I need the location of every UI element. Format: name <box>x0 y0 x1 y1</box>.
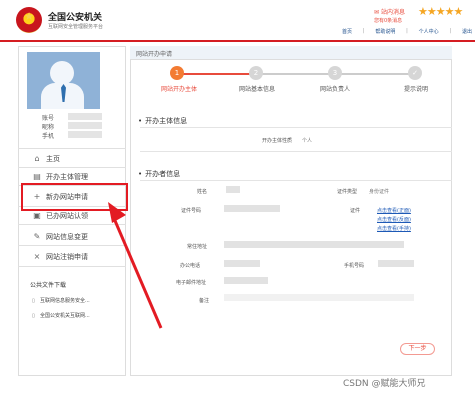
step-1-circle: 1 <box>170 66 184 80</box>
field-mobile-value <box>378 260 414 267</box>
field-office-phone-value <box>224 260 260 267</box>
document-icon: ▤ <box>33 172 41 181</box>
step-3-circle: 3 <box>328 66 342 80</box>
star-icon: ★ <box>24 10 34 23</box>
field-mobile-label: 手机号码 <box>344 263 365 269</box>
field-id-number-value <box>224 205 280 212</box>
nav-home[interactable]: 首页 <box>342 28 352 35</box>
avatar <box>27 52 100 109</box>
watermark: CSDN @赋能大师兄 <box>343 379 426 389</box>
content-header: 网站开办申请 <box>130 46 452 60</box>
nav-user-center[interactable]: 个人中心 <box>419 28 439 35</box>
annotation-arrow-icon <box>108 202 163 329</box>
field-subject-type-label: 开办主体性质 <box>262 138 293 144</box>
field-office-phone-label: 办公电话 <box>180 263 201 269</box>
step-2-circle: 2 <box>249 66 263 80</box>
field-email-label: 电子邮件地址 <box>176 280 207 286</box>
next-button[interactable]: 下一步 <box>400 343 435 355</box>
step-2-label: 网站基本信息 <box>239 86 276 93</box>
menu-home[interactable]: ⌂ 主页 <box>32 152 60 165</box>
section-subject: 开办主体信息 <box>138 116 187 126</box>
field-id-scan-label: 证件 <box>350 208 361 214</box>
profile-account-label: 账号 <box>42 115 55 122</box>
field-name-label: 姓名 <box>197 189 208 195</box>
nav-logout[interactable]: 退出 <box>462 28 472 35</box>
site-subtitle: 互联网安全管理服务平台 <box>48 24 104 30</box>
view-id-handheld-link[interactable]: 点击查看(手持) <box>377 225 411 232</box>
field-id-number-label: 证件号码 <box>181 208 202 214</box>
profile-nickname-label: 昵称 <box>42 124 55 131</box>
header-divider <box>0 40 475 42</box>
field-remark-label: 备注 <box>199 298 210 304</box>
section-owner: 开办者信息 <box>138 169 180 179</box>
close-icon: × <box>33 252 41 261</box>
section-rule <box>140 151 452 152</box>
download-item[interactable]: ▯ 互联网信息服务安全... <box>32 297 90 304</box>
field-address-value <box>224 241 404 248</box>
download-item[interactable]: ▯ 全国公安机关互联网... <box>32 312 90 319</box>
top-navigation: 首页 | 帮助说明 | 个人中心 | 退出 <box>342 28 472 35</box>
menu-subject-management[interactable]: ▤ 开办主体管理 <box>32 170 88 183</box>
nav-help[interactable]: 帮助说明 <box>375 28 395 35</box>
home-icon: ⌂ <box>34 154 40 163</box>
site-title: 全国公安机关 <box>48 13 103 23</box>
document-icon: ▯ <box>32 298 35 304</box>
field-address-label: 常住地址 <box>187 244 208 250</box>
edit-icon: ✎ <box>33 232 41 241</box>
field-name-value <box>226 186 240 193</box>
section-rule <box>140 127 452 128</box>
menu-change-website-info[interactable]: ✎ 网站信息变更 <box>32 230 88 243</box>
profile-phone-value <box>68 131 102 138</box>
document-icon: ▯ <box>32 313 35 319</box>
profile-nickname-value <box>68 122 102 129</box>
remark-input[interactable] <box>224 294 414 301</box>
step-4-label: 提示说明 <box>404 86 429 93</box>
downloads-title: 公共文件下载 <box>30 282 67 289</box>
profile-account-value <box>68 113 102 120</box>
rating-stars: ★★★★★ <box>418 5 463 18</box>
section-rule <box>140 180 452 181</box>
view-id-back-link[interactable]: 点击查看(反面) <box>377 216 411 223</box>
field-email-value <box>224 277 268 284</box>
field-id-type-value: 身份证件 <box>369 189 390 195</box>
field-id-type-label: 证件类型 <box>337 189 358 195</box>
message-count: 您有0条消息 <box>374 18 403 24</box>
step-progress-line <box>175 73 253 75</box>
step-3-label: 网站负责人 <box>320 86 351 93</box>
field-subject-type-value: 个人 <box>302 138 313 144</box>
step-4-circle: ✓ <box>408 66 422 80</box>
message-link[interactable]: ✉ 站内消息 <box>374 7 405 16</box>
avatar-head-icon <box>50 61 74 85</box>
menu-cancel-website[interactable]: × 网站注销申请 <box>32 250 88 263</box>
profile-phone-label: 手机 <box>42 133 55 140</box>
view-id-front-link[interactable]: 点击查看(正面) <box>377 207 411 214</box>
step-1-label: 网站开办主体 <box>161 86 198 93</box>
folder-icon: ▣ <box>33 211 41 220</box>
